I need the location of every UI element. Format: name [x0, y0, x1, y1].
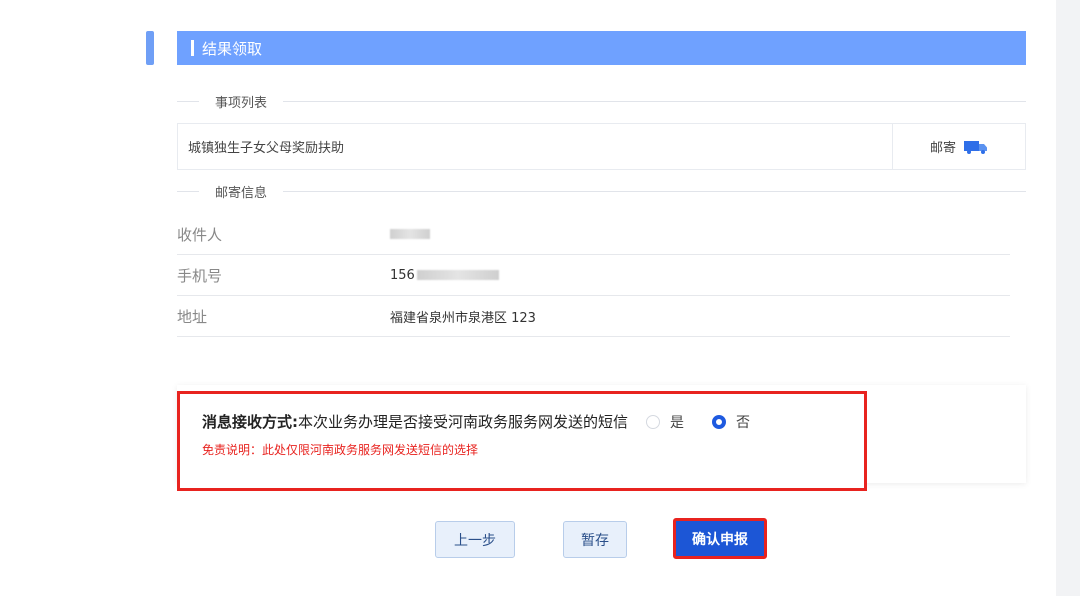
truck-icon — [964, 140, 987, 154]
radio-no[interactable]: 否 — [712, 412, 750, 432]
submit-button-highlight[interactable]: 确认申报 — [673, 518, 767, 559]
radio-no-icon[interactable] — [712, 414, 727, 429]
item-delivery-method: 邮寄 — [892, 124, 1025, 169]
section-accent-marker — [146, 31, 154, 65]
notice-question: 本次业务办理是否接受河南政务服务网发送的短信 — [298, 413, 629, 431]
section-title: 结果领取 — [202, 39, 263, 58]
disclaimer-text: 免责说明：此处仅限河南政务服务网发送短信的选择 — [202, 443, 479, 457]
items-divider-label: 事项列表 — [215, 95, 268, 111]
submit-button[interactable]: 确认申报 — [676, 521, 764, 556]
mail-divider: 邮寄信息 — [177, 182, 1026, 201]
save-draft-button[interactable]: 暂存 — [563, 521, 627, 558]
prev-step-button[interactable]: 上一步 — [435, 521, 515, 558]
items-divider: 事项列表 — [177, 92, 1026, 111]
notice-highlight-box: 消息接收方式: 本次业务办理是否接受河南政务服务网发送的短信 是 否 免责说明：… — [177, 391, 867, 491]
page-right-gutter — [1056, 0, 1080, 596]
phone-value: 156 — [390, 268, 499, 283]
address-value: 福建省泉州市泉港区 123 — [390, 310, 536, 326]
notice-label: 消息接收方式: — [202, 413, 298, 431]
mail-divider-label: 邮寄信息 — [215, 185, 268, 201]
recipient-value — [390, 229, 430, 239]
item-name: 城镇独生子女父母奖励扶助 — [188, 141, 345, 156]
delivery-method-label: 邮寄 — [929, 141, 956, 156]
phone-label: 手机号 — [177, 266, 223, 285]
radio-yes-icon[interactable] — [646, 414, 661, 429]
header-bar-icon — [191, 40, 194, 56]
address-label: 地址 — [177, 307, 208, 326]
recipient-label: 收件人 — [177, 225, 223, 244]
sms-consent-row: 消息接收方式: 本次业务办理是否接受河南政务服务网发送的短信 是 否 — [202, 411, 864, 432]
recipient-row: 收件人 — [177, 214, 1010, 255]
item-row: 城镇独生子女父母奖励扶助 邮寄 — [177, 123, 1026, 170]
address-row: 地址 福建省泉州市泉港区 123 — [177, 296, 1010, 337]
phone-row: 手机号 156 — [177, 255, 1010, 296]
radio-yes[interactable]: 是 — [646, 412, 684, 432]
section-header: 结果领取 — [177, 31, 1026, 65]
